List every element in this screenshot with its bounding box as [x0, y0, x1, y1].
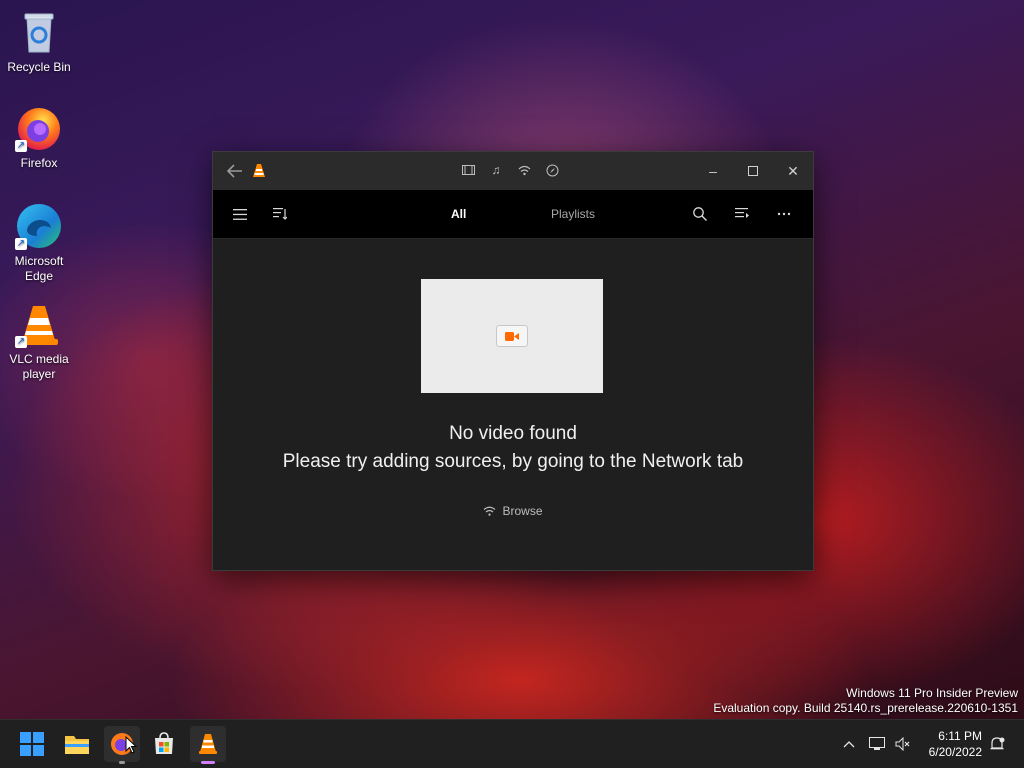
- microsoft-store-button[interactable]: [146, 726, 182, 762]
- browse-icon[interactable]: [545, 163, 559, 177]
- empty-video-placeholder: [421, 279, 603, 393]
- vlc-taskbar-button[interactable]: [190, 726, 226, 764]
- more-options-icon[interactable]: [769, 190, 799, 238]
- vlc-cone-icon: [199, 734, 217, 754]
- video-icon[interactable]: [461, 163, 475, 177]
- main-content: No video found Please try adding sources…: [213, 239, 813, 569]
- mode-switcher: ♫: [461, 163, 559, 177]
- store-icon: [155, 732, 173, 754]
- firefox-icon: ↗: [15, 104, 63, 152]
- watermark-line-1: Windows 11 Pro Insider Preview: [846, 686, 1018, 700]
- network-icon[interactable]: [517, 163, 531, 177]
- desktop-icon-vlc[interactable]: ↗ VLC media player: [4, 300, 74, 382]
- browse-link[interactable]: Browse: [213, 504, 813, 518]
- watermark-line-2: Evaluation copy. Build 25140.rs_prerelea…: [713, 701, 1018, 715]
- title-bar: ♫ – ✕: [213, 152, 813, 190]
- empty-state-title: No video found: [449, 423, 577, 444]
- desktop-icon-firefox[interactable]: ↗ Firefox: [4, 104, 74, 171]
- minimize-button[interactable]: –: [693, 152, 733, 190]
- desktop-icon-edge[interactable]: ↗ Microsoft Edge: [4, 202, 74, 284]
- desktop-icon-label: Firefox: [20, 156, 58, 170]
- desktop-icon-recycle-bin[interactable]: Recycle Bin: [4, 8, 74, 75]
- tab-playlists[interactable]: Playlists: [551, 190, 595, 238]
- shortcut-arrow-icon: ↗: [15, 140, 27, 152]
- folder-icon: [65, 736, 89, 754]
- close-button[interactable]: ✕: [773, 152, 813, 190]
- shortcut-arrow-icon: ↗: [15, 336, 27, 348]
- network-icon: [484, 506, 496, 516]
- vlc-window: ♫ – ✕ All Playlists No video found Pleas…: [212, 151, 814, 571]
- taskbar: 6:11 PM 6/20/2022: [0, 719, 1024, 768]
- desktop-icon-label: Recycle Bin: [7, 60, 71, 74]
- notification-center-button[interactable]: [986, 720, 1008, 768]
- tab-all[interactable]: All: [451, 190, 466, 238]
- file-explorer-button[interactable]: [59, 726, 95, 762]
- desktop-icon-label: Microsoft Edge: [14, 254, 64, 283]
- vlc-cone-icon: ↗: [15, 300, 63, 348]
- navigation-bar: All Playlists: [213, 190, 813, 239]
- volume-muted-icon[interactable]: [892, 720, 914, 768]
- sort-icon[interactable]: [265, 190, 295, 238]
- notification-bell-icon: [990, 737, 1005, 750]
- active-indicator: [201, 761, 215, 764]
- edge-icon: ↗: [15, 202, 63, 250]
- video-camera-icon: [496, 325, 528, 347]
- recycle-bin-icon: [15, 8, 63, 56]
- desktop-icon-label: VLC media player: [9, 352, 69, 381]
- play-queue-icon[interactable]: [727, 190, 757, 238]
- browse-label: Browse: [502, 504, 543, 518]
- search-icon[interactable]: [685, 190, 715, 238]
- start-button[interactable]: [14, 726, 50, 762]
- show-hidden-icons-button[interactable]: [838, 720, 860, 768]
- vlc-cone-icon: [239, 152, 279, 190]
- shortcut-arrow-icon: ↗: [15, 238, 27, 250]
- chevron-up-icon: [843, 741, 855, 748]
- firefox-taskbar-button[interactable]: [104, 726, 140, 764]
- clock-time: 6:11 PM: [938, 729, 982, 743]
- menu-icon[interactable]: [225, 190, 255, 238]
- empty-state-subtitle: Please try adding sources, by going to t…: [282, 451, 744, 472]
- clock[interactable]: 6:11 PM 6/20/2022: [929, 728, 982, 760]
- maximize-button[interactable]: [733, 152, 773, 190]
- clock-date: 6/20/2022: [928, 745, 982, 759]
- network-status-icon[interactable]: [866, 720, 888, 768]
- music-icon[interactable]: ♫: [489, 163, 503, 177]
- running-indicator: [119, 761, 125, 764]
- cursor-arrow-icon: [125, 735, 138, 759]
- windows-watermark: Windows 11 Pro Insider Preview Evaluatio…: [713, 686, 1018, 716]
